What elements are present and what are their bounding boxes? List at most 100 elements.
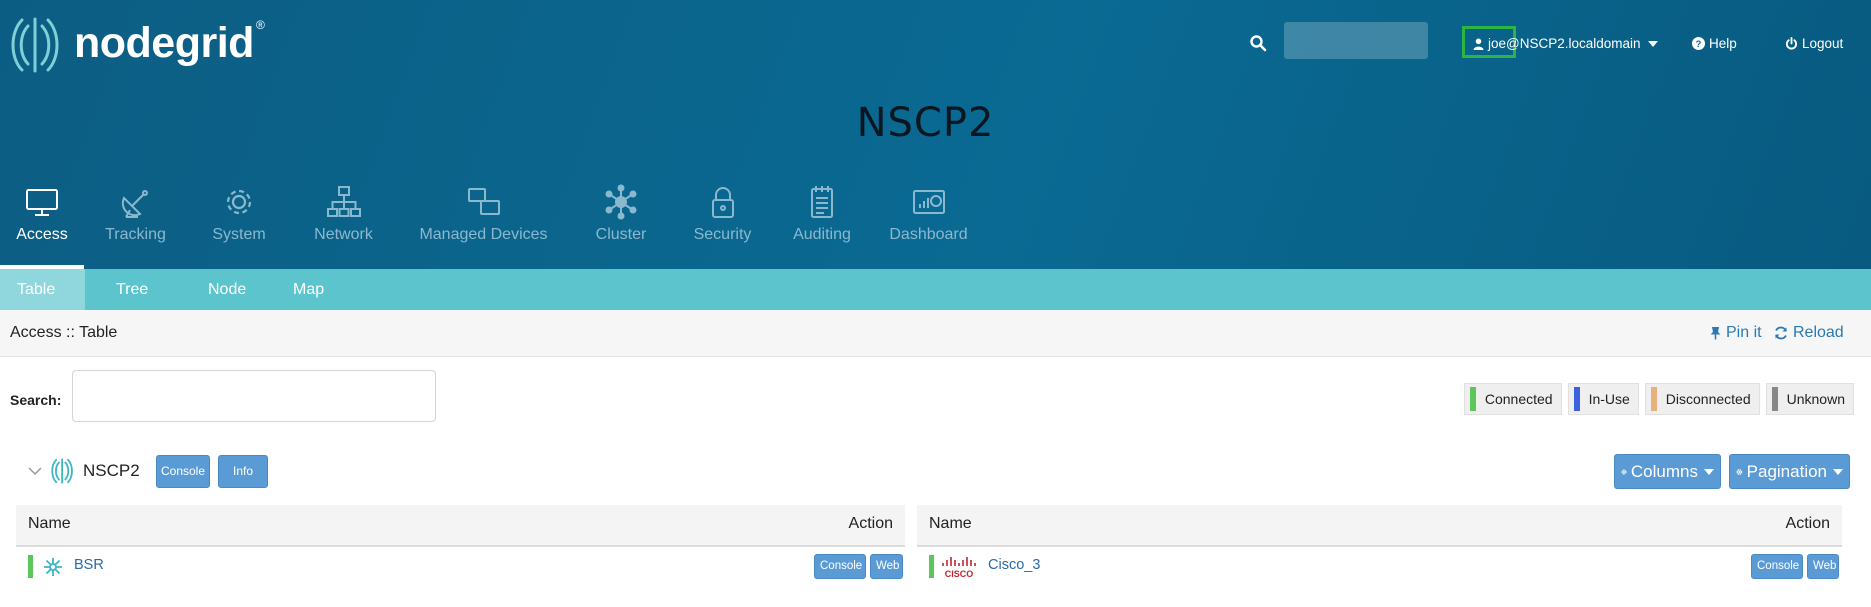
status-indicator-connected (28, 555, 33, 578)
columns-button[interactable]: Columns (1614, 454, 1721, 489)
devices-icon (467, 188, 500, 215)
pin-icon (1710, 327, 1721, 340)
notepad-icon (811, 186, 833, 218)
row-web-button[interactable]: Web (1807, 554, 1839, 579)
help-link[interactable]: ? Help (1692, 36, 1737, 51)
logo-text: nodegrid (74, 18, 254, 67)
column-header-name: Name (929, 515, 972, 532)
header-search-input[interactable] (1284, 22, 1428, 59)
device-table-left: Name Action BSR Console Web (16, 505, 905, 585)
nav-label-auditing: Auditing (793, 226, 851, 243)
row-console-button[interactable]: Console (814, 554, 866, 579)
nav-label-dashboard: Dashboard (889, 226, 968, 243)
column-header-action: Action (1785, 515, 1830, 532)
user-menu[interactable]: joe@NSCP2.localdomain (1473, 36, 1658, 51)
nav-item-auditing[interactable]: Auditing (774, 182, 870, 269)
legend-swatch (1650, 387, 1657, 411)
nav-label-tracking: Tracking (105, 226, 166, 243)
device-link-cisco-3[interactable]: Cisco_3 (988, 557, 1040, 573)
legend-swatch (1771, 387, 1778, 411)
user-icon (1473, 38, 1484, 50)
chevron-down-icon (1833, 468, 1843, 475)
chevron-down-icon (1647, 40, 1658, 47)
main-nav: Access Tracking System Network Managed D… (0, 182, 987, 269)
nav-item-dashboard[interactable]: Dashboard (870, 182, 987, 269)
nav-item-network[interactable]: Network (291, 182, 396, 269)
nav-label-cluster: Cluster (595, 226, 647, 243)
logo-registered: ® (255, 18, 265, 32)
app-header: nodegrid ® joe@NSCP2.localdomain ? Help … (0, 0, 1871, 269)
legend-swatch (1573, 387, 1580, 411)
status-indicator-connected (929, 555, 934, 578)
group-console-button[interactable]: Console (156, 455, 210, 488)
svg-text:CISCO: CISCO (945, 569, 974, 579)
cluster-icon (605, 184, 637, 220)
column-header-name: Name (28, 515, 71, 532)
subtab-tree[interactable]: Tree (85, 269, 184, 310)
power-icon (1785, 37, 1798, 50)
nav-label-managed-devices: Managed Devices (419, 226, 548, 243)
nav-label-security: Security (693, 226, 752, 243)
gear-icon (226, 189, 252, 215)
column-header-action: Action (848, 515, 893, 532)
row-web-button[interactable]: Web (870, 554, 903, 579)
chevron-down-icon (1704, 468, 1714, 475)
nav-item-managed-devices[interactable]: Managed Devices (396, 182, 571, 269)
pin-it-label: Pin it (1726, 324, 1762, 341)
user-label: joe@NSCP2.localdomain (1488, 36, 1641, 51)
nav-label-system: System (212, 226, 266, 243)
search-label: Search: (10, 392, 62, 408)
help-label: Help (1709, 36, 1737, 51)
table-row: BSR Console Web (16, 547, 905, 587)
columns-label: Columns (1630, 462, 1698, 481)
lock-icon (711, 187, 734, 218)
breadcrumb-bar: Access :: Table Pin it Reload (0, 310, 1871, 357)
snowflake-icon (44, 558, 62, 576)
row-console-button[interactable]: Console (1751, 554, 1803, 579)
legend-label: Disconnected (1665, 391, 1751, 407)
network-icon (326, 186, 361, 217)
pagination-button[interactable]: Pagination (1729, 454, 1850, 489)
legend-connected: Connected (1463, 383, 1562, 415)
nodegrid-device-icon (51, 458, 73, 484)
nodegrid-logo[interactable]: nodegrid ® (8, 16, 265, 74)
device-table-right: Name Action CISCO Cisco_3 Console Web (917, 505, 1842, 585)
search-icon[interactable] (1249, 34, 1267, 52)
page-title: NSCP2 (856, 100, 995, 146)
question-circle-icon: ? (1692, 37, 1705, 50)
pagination-label: Pagination (1746, 462, 1827, 481)
chevron-down-icon[interactable] (28, 466, 42, 476)
nav-item-tracking[interactable]: Tracking (84, 182, 187, 269)
nav-item-access[interactable]: Access (0, 182, 84, 269)
logout-label: Logout (1802, 36, 1844, 51)
legend-in-use: In-Use (1567, 383, 1639, 415)
subtab-table[interactable]: Table (0, 269, 85, 310)
legend-disconnected: Disconnected (1644, 383, 1760, 415)
dashboard-icon (912, 190, 945, 214)
legend-label: Unknown (1786, 391, 1845, 407)
legend-label: Connected (1484, 391, 1553, 407)
nav-item-cluster[interactable]: Cluster (571, 182, 671, 269)
table-row: CISCO Cisco_3 Console Web (917, 547, 1842, 587)
reload-link[interactable]: Reload (1774, 324, 1844, 342)
nav-label-access: Access (16, 226, 68, 243)
gear-icon (1621, 468, 1627, 475)
nodegrid-logo-icon (11, 17, 59, 73)
legend-swatch (1469, 387, 1476, 411)
gear-icon (1736, 468, 1743, 475)
monitor-icon (26, 189, 58, 216)
group-name: NSCP2 (83, 461, 140, 480)
table-header: Name Action (917, 505, 1842, 547)
subtab-node[interactable]: Node (184, 269, 279, 310)
subtab-map[interactable]: Map (279, 269, 369, 310)
legend-unknown: Unknown (1765, 383, 1854, 415)
logout-link[interactable]: Logout (1785, 36, 1843, 51)
group-info-button[interactable]: Info (218, 455, 268, 488)
nav-item-security[interactable]: Security (671, 182, 774, 269)
pin-it-link[interactable]: Pin it (1710, 324, 1762, 342)
reload-label: Reload (1793, 324, 1844, 341)
search-input[interactable] (72, 370, 436, 422)
device-link-bsr[interactable]: BSR (74, 557, 104, 573)
nav-label-network: Network (314, 226, 373, 243)
nav-item-system[interactable]: System (187, 182, 291, 269)
